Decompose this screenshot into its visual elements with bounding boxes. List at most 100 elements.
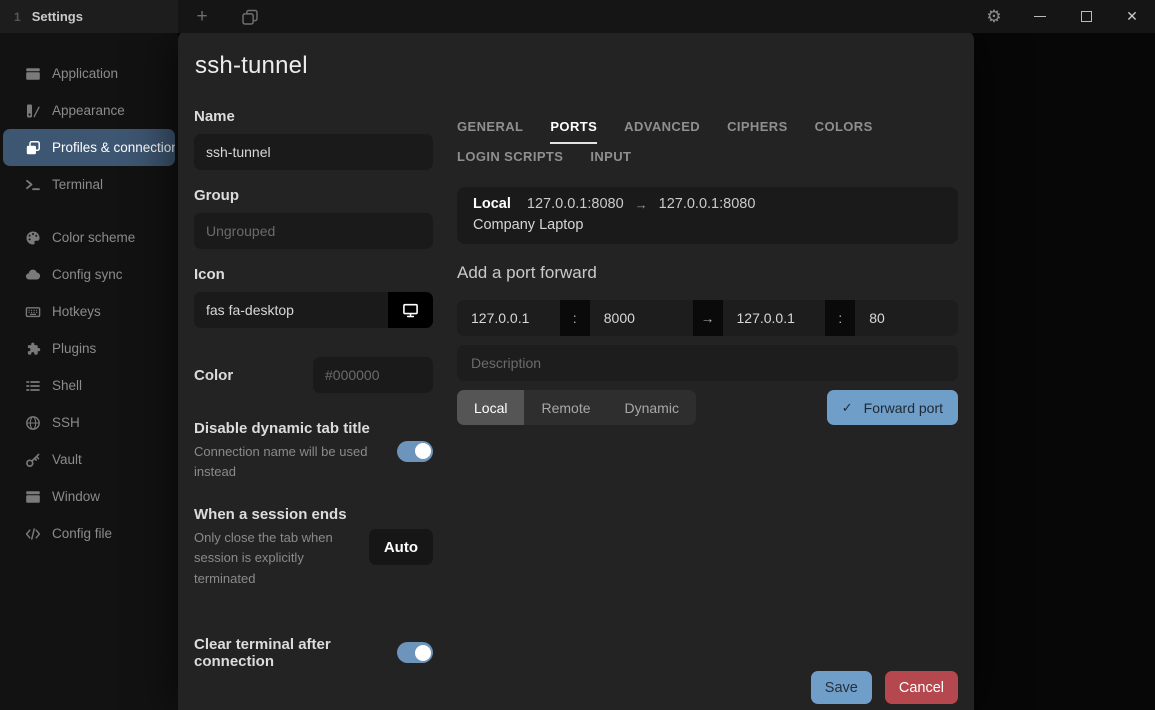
arrow-icon: →	[635, 197, 648, 212]
sidebar-item-label: Config sync	[52, 267, 123, 282]
close-icon: ✕	[1126, 8, 1138, 25]
tab-title: Settings	[32, 9, 83, 24]
port-forward-description-input[interactable]	[457, 345, 958, 381]
profile-tabs: GENERAL PORTS ADVANCED CIPHERS COLORS LO…	[457, 114, 958, 174]
color-input[interactable]	[313, 357, 433, 393]
window-icon	[25, 66, 41, 82]
tab-login-scripts[interactable]: LOGIN SCRIPTS	[457, 144, 563, 174]
maximize-icon	[1081, 11, 1092, 22]
tab-ciphers[interactable]: CIPHERS	[727, 114, 788, 144]
clear-terminal-label: Clear terminal after connection	[194, 636, 384, 670]
sidebar-item-vault[interactable]: Vault	[3, 441, 175, 478]
minimize-icon	[1034, 16, 1046, 17]
close-button[interactable]: ✕	[1109, 0, 1155, 33]
sidebar-item-color-scheme[interactable]: Color scheme	[3, 219, 175, 256]
tab-input[interactable]: INPUT	[590, 144, 631, 174]
save-button[interactable]: Save	[811, 671, 872, 704]
port-forward-entry[interactable]: Local 127.0.0.1:8080 → 127.0.0.1:8080 Co…	[457, 187, 958, 244]
clear-terminal-toggle[interactable]	[397, 642, 433, 663]
colon-separator: :	[560, 300, 590, 336]
sidebar-item-config-file[interactable]: Config file	[3, 515, 175, 552]
duplicate-icon	[241, 8, 259, 26]
tab-index: 1	[14, 10, 21, 24]
type-dynamic-button[interactable]: Dynamic	[608, 390, 696, 425]
sidebar-item-label: Profiles & connections	[52, 140, 175, 155]
cancel-button[interactable]: Cancel	[885, 671, 958, 704]
disable-dynamic-tab-title-description: Connection name will be used instead	[194, 442, 389, 482]
gear-icon: ⚙	[986, 7, 1001, 27]
settings-gear-button[interactable]: ⚙	[971, 0, 1017, 33]
color-label: Color	[194, 367, 233, 384]
desktop-icon	[402, 302, 419, 319]
sidebar-item-ssh[interactable]: SSH	[3, 404, 175, 441]
sidebar-item-terminal[interactable]: Terminal	[3, 166, 175, 203]
maximize-button[interactable]	[1063, 0, 1109, 33]
sidebar-item-window[interactable]: Window	[3, 478, 175, 515]
when-session-ends-row: When a session ends Only close the tab w…	[194, 506, 433, 588]
duplicate-tab-button[interactable]	[226, 0, 274, 33]
source-port-input[interactable]	[590, 300, 693, 336]
sidebar-item-config-sync[interactable]: Config sync	[3, 256, 175, 293]
sidebar-item-hotkeys[interactable]: Hotkeys	[3, 293, 175, 330]
colon-separator: :	[825, 300, 855, 336]
target-host-input[interactable]	[723, 300, 826, 336]
modal-title: ssh-tunnel	[195, 52, 958, 80]
window-controls: ⚙ ✕	[971, 0, 1155, 33]
disable-dynamic-tab-title-label: Disable dynamic tab title	[194, 420, 389, 437]
icon-label: Icon	[194, 266, 433, 283]
window-icon	[25, 489, 41, 505]
profile-basic-settings: Name Group Icon	[194, 108, 433, 670]
tab-advanced[interactable]: ADVANCED	[624, 114, 700, 144]
tab-ports[interactable]: PORTS	[550, 114, 597, 144]
sidebar-item-label: Window	[52, 489, 100, 504]
sidebar-item-application[interactable]: Application	[3, 55, 175, 92]
sidebar-item-label: SSH	[52, 415, 80, 430]
session-end-behavior-button[interactable]: Auto	[369, 529, 433, 565]
sidebar-item-label: Appearance	[52, 103, 125, 118]
tab-general[interactable]: GENERAL	[457, 114, 523, 144]
group-input[interactable]	[194, 213, 433, 249]
sidebar-item-label: Color scheme	[52, 230, 135, 245]
group-label: Group	[194, 187, 433, 204]
port-forward-type-selector: Local Remote Dynamic	[457, 390, 696, 425]
cloud-icon	[25, 267, 41, 283]
profiles-icon	[25, 140, 41, 156]
forward-port-button[interactable]: ✓ Forward port	[827, 390, 958, 425]
icon-picker-button[interactable]	[388, 292, 433, 328]
target-port-input[interactable]	[855, 300, 958, 336]
tab-colors[interactable]: COLORS	[815, 114, 873, 144]
type-local-button[interactable]: Local	[457, 390, 524, 425]
key-icon	[25, 452, 41, 468]
source-host-input[interactable]	[457, 300, 560, 336]
disable-dynamic-tab-title-row: Disable dynamic tab title Connection nam…	[194, 420, 433, 482]
sidebar-item-label: Plugins	[52, 341, 96, 356]
disable-dynamic-tab-title-toggle[interactable]	[397, 441, 433, 462]
sidebar-item-label: Application	[52, 66, 118, 81]
name-input[interactable]	[194, 134, 433, 170]
sidebar-group-divider	[0, 203, 178, 219]
when-session-ends-description: Only close the tab when session is expli…	[194, 528, 361, 588]
add-port-forward-heading: Add a port forward	[457, 263, 958, 283]
puzzle-icon	[25, 341, 41, 357]
port-forward-type: Local	[473, 196, 511, 212]
code-icon	[25, 526, 41, 542]
check-icon: ✓	[842, 400, 853, 416]
sidebar-item-appearance[interactable]: Appearance	[3, 92, 175, 129]
port-forward-target: 127.0.0.1:8080	[659, 196, 756, 212]
tab-settings[interactable]: 1 Settings	[0, 0, 178, 33]
new-tab-button[interactable]: +	[178, 0, 226, 33]
when-session-ends-label: When a session ends	[194, 506, 361, 523]
port-forward-source: 127.0.0.1:8080	[527, 196, 624, 212]
plus-icon: +	[196, 6, 207, 28]
icon-input[interactable]	[194, 292, 388, 328]
keyboard-icon	[25, 304, 41, 320]
profile-advanced-settings: GENERAL PORTS ADVANCED CIPHERS COLORS LO…	[457, 108, 958, 670]
sidebar-item-label: Vault	[52, 452, 82, 467]
minimize-button[interactable]	[1017, 0, 1063, 33]
new-port-forward-inputs: : → :	[457, 300, 958, 336]
sidebar-item-profiles-connections[interactable]: Profiles & connections	[3, 129, 175, 166]
swatchbook-icon	[25, 103, 41, 119]
type-remote-button[interactable]: Remote	[524, 390, 607, 425]
sidebar-item-plugins[interactable]: Plugins	[3, 330, 175, 367]
sidebar-item-shell[interactable]: Shell	[3, 367, 175, 404]
